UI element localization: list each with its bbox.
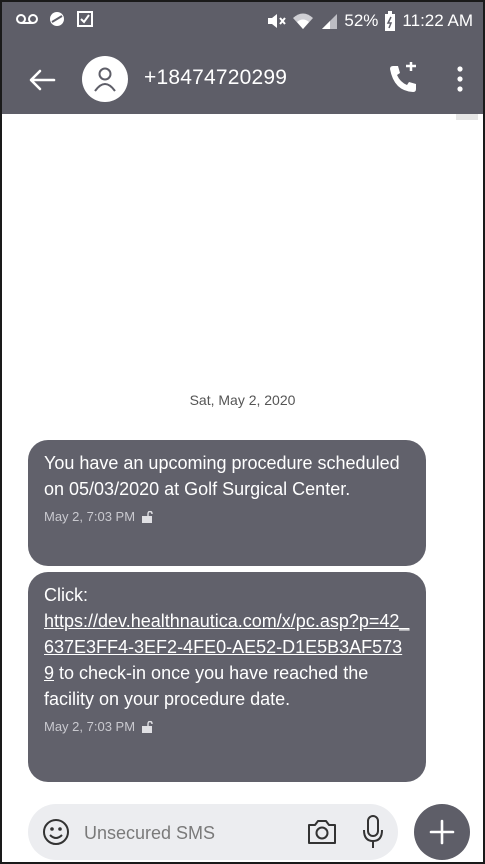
status-time: 11:22 AM: [402, 11, 473, 30]
message-composer: [28, 804, 398, 860]
battery-percent: 52%: [344, 11, 379, 30]
phone-icon[interactable]: [386, 62, 420, 96]
signal-icon: [322, 14, 338, 29]
message-time: May 2, 7:03 PM: [44, 719, 136, 734]
unlock-icon: [142, 511, 153, 523]
message-text: Click: https://dev.healthnautica.com/x/p…: [44, 582, 410, 712]
unlock-icon: [142, 721, 153, 733]
date-separator: Sat, May 2, 2020: [189, 392, 296, 408]
message-input[interactable]: [82, 816, 286, 850]
battery-icon: [385, 11, 396, 31]
message-text: You have an upcoming procedure scheduled…: [44, 453, 400, 499]
message-time: May 2, 7:03 PM: [44, 509, 136, 524]
mute-icon: [268, 14, 287, 28]
status-left-icons: [16, 10, 94, 28]
checkbox-icon: [77, 11, 93, 27]
message-bubble[interactable]: You have an upcoming procedure scheduled…: [28, 440, 426, 566]
message-meta: May 2, 7:03 PM: [44, 714, 410, 740]
add-icon: [429, 819, 455, 845]
scroll-indicator: [456, 114, 478, 120]
message-prefix: Click:: [44, 585, 88, 605]
message-meta: May 2, 7:03 PM: [44, 504, 410, 530]
avatar[interactable]: [82, 56, 128, 102]
avatar-icon: [94, 67, 116, 92]
voicemail-icon: [16, 14, 38, 24]
data-saver-icon: [50, 12, 64, 26]
more-vert-icon[interactable]: [450, 62, 470, 96]
status-right-icons: 52% 11:22 AM: [266, 11, 473, 31]
message-bubble[interactable]: Click: https://dev.healthnautica.com/x/p…: [28, 572, 426, 782]
camera-icon[interactable]: [306, 816, 338, 848]
add-attachment-button[interactable]: [414, 804, 470, 860]
status-bar: 52% 11:22 AM: [0, 0, 485, 44]
mic-icon[interactable]: [362, 814, 384, 850]
emoji-icon[interactable]: [42, 818, 70, 846]
conversation-toolbar: +18474720299: [0, 44, 485, 114]
wifi-icon: [293, 13, 314, 29]
message-suffix: to check-in once you have reached the fa…: [44, 663, 369, 709]
contact-title: +18474720299: [144, 66, 288, 89]
back-arrow-icon[interactable]: [24, 62, 60, 98]
